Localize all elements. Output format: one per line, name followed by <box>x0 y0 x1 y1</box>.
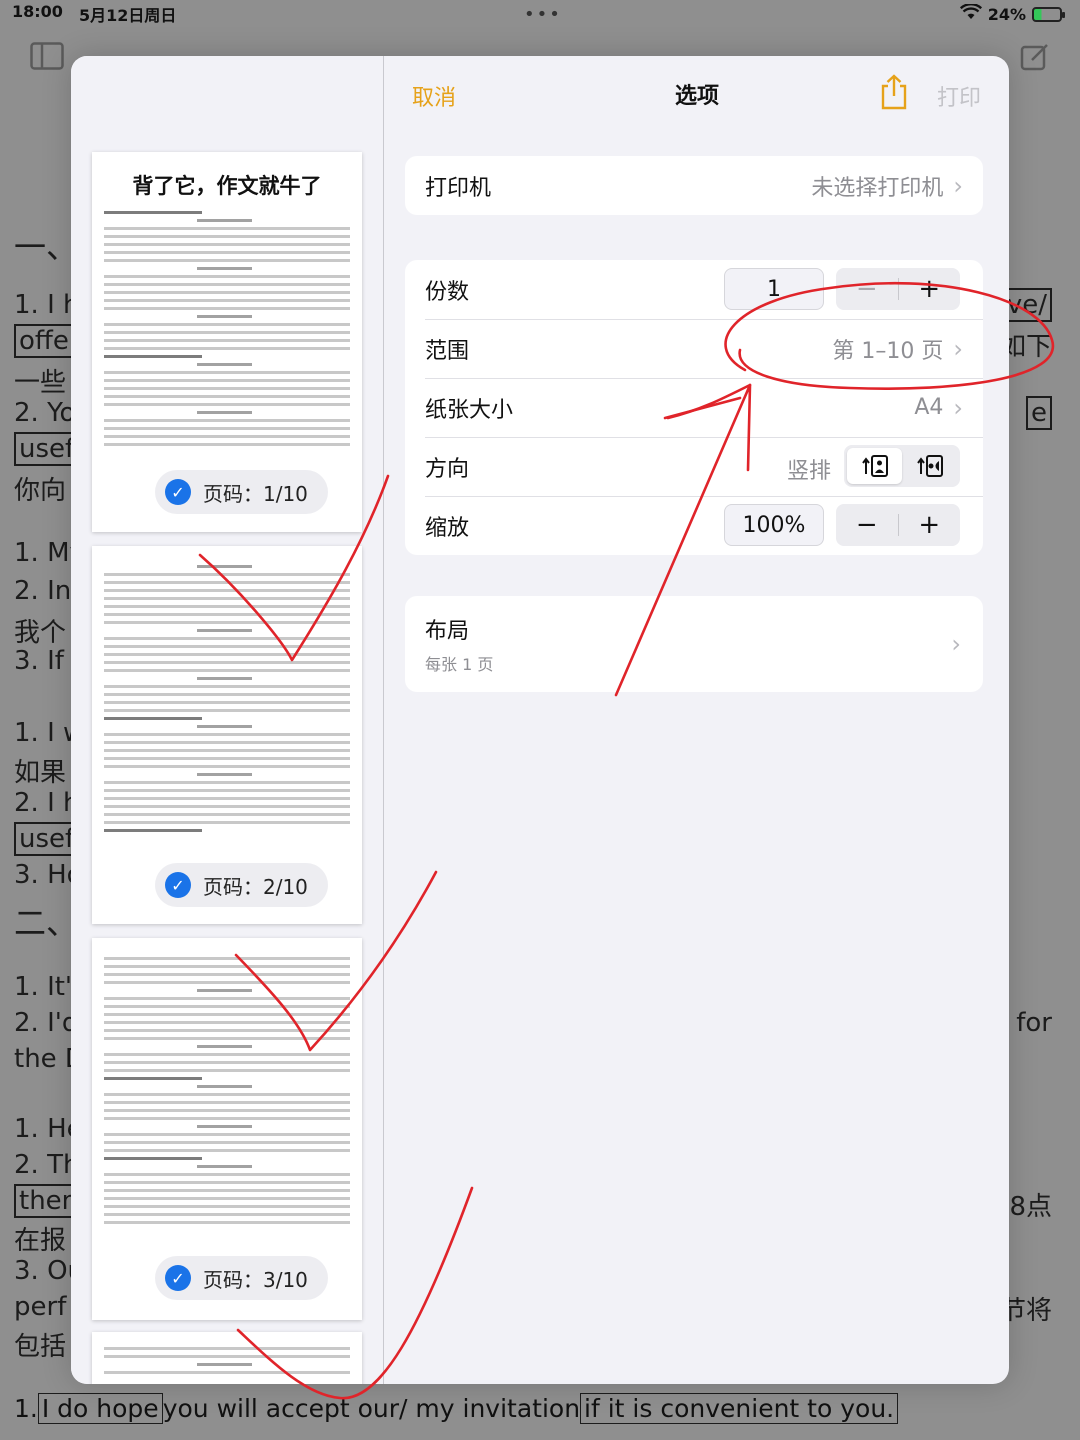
page-badge-label: 页码：3/10 <box>203 1267 308 1292</box>
share-icon[interactable] <box>879 74 909 110</box>
paper-size-value: A4 <box>914 395 944 420</box>
checkmark-icon: ✓ <box>165 1265 191 1291</box>
page-1-title: 背了它，作文就牛了 <box>132 174 322 198</box>
page-1-text <box>92 200 362 457</box>
bg-line: 你向 <box>14 476 67 506</box>
bg-line: 2. I h <box>14 788 80 818</box>
bg-heading-1: 一、 <box>14 228 79 266</box>
bg-line-right: e <box>1026 396 1052 430</box>
scale-stepper: − + <box>836 504 960 546</box>
range-value: 第 1–10 页 <box>832 338 944 364</box>
printer-row[interactable]: 打印机 未选择打印机 › <box>405 156 983 215</box>
page-badge-label: 页码：2/10 <box>203 874 308 899</box>
page-badge-label: 页码：1/10 <box>203 481 308 506</box>
bg-line: 2. In <box>14 576 72 606</box>
chevron-right-icon: › <box>953 334 963 363</box>
printer-label: 打印机 <box>425 175 492 201</box>
decrement-button[interactable]: − <box>836 504 898 546</box>
decrement-button[interactable]: − <box>836 268 898 310</box>
print-options-sheet: 背了它，作文就牛了 ✓ 页码：1/10 ✓ 页码：2/10 ✓ 页码：3/10 … <box>71 56 1009 1384</box>
bg-heading-2: 二、 <box>14 904 79 942</box>
scale-row: 缩放 100% − + <box>405 496 983 555</box>
page-thumbnail-4[interactable] <box>92 1332 362 1384</box>
bg-line: 如果 <box>14 758 67 788</box>
copies-row: 份数 1 − + <box>405 260 983 319</box>
orientation-segmented-control <box>844 445 960 487</box>
layout-label: 布局 <box>425 619 470 644</box>
bg-line: perf <box>14 1292 67 1322</box>
bg-line: 在报 <box>14 1226 67 1256</box>
bg-line: 2. Yo <box>14 398 76 428</box>
layout-group: 布局 每张 1 页 › <box>405 596 983 692</box>
bg-line-right: ve/ <box>1001 288 1052 322</box>
print-settings-group: 份数 1 − + 范围 第 1–10 页 › 纸张大小 A4 › 方向 竖排 缩… <box>405 260 983 555</box>
navigation-bar: 取消 选项 打印 <box>385 56 1009 132</box>
printer-value: 未选择打印机 <box>811 175 944 201</box>
layout-value: 每张 1 页 <box>425 655 494 674</box>
bg-line: 我个 <box>14 618 67 648</box>
bg-line: 2. I'd <box>14 1008 79 1038</box>
printer-group: 打印机 未选择打印机 › <box>405 156 983 215</box>
orientation-row: 方向 竖排 <box>405 437 983 496</box>
bg-line: 2. Th <box>14 1150 80 1180</box>
page-2-text <box>92 546 362 843</box>
orientation-value: 竖排 <box>787 459 832 484</box>
page-badge-3[interactable]: ✓ 页码：3/10 <box>155 1256 328 1300</box>
range-row[interactable]: 范围 第 1–10 页 › <box>405 319 983 378</box>
layout-row[interactable]: 布局 每张 1 页 › <box>405 596 983 692</box>
bg-line-right: 8点 <box>1009 1192 1052 1222</box>
increment-button[interactable]: + <box>899 268 961 310</box>
bg-bottom-sentence: 1. I do hope you will accept our/ my invit… <box>14 1393 899 1424</box>
page-badge-1[interactable]: ✓ 页码：1/10 <box>155 470 328 514</box>
bg-line: 1. I h <box>14 290 80 320</box>
chevron-right-icon: › <box>953 393 963 422</box>
landscape-orientation-icon[interactable] <box>902 448 957 484</box>
print-button[interactable]: 打印 <box>937 80 981 112</box>
checkmark-icon: ✓ <box>165 479 191 505</box>
portrait-orientation-icon[interactable] <box>847 448 902 484</box>
page-3-text <box>92 938 362 1235</box>
sheet-title: 选项 <box>674 84 719 109</box>
paper-size-row[interactable]: 纸张大小 A4 › <box>405 378 983 437</box>
chevron-right-icon: › <box>951 630 961 658</box>
bg-line-right: for <box>1016 1008 1052 1038</box>
print-options-pane: 取消 选项 打印 打印机 未选择打印机 › 份数 1 − + 范围 第 1–10… <box>385 56 1009 1384</box>
increment-button[interactable]: + <box>899 504 961 546</box>
print-preview-pane[interactable]: 背了它，作文就牛了 ✓ 页码：1/10 ✓ 页码：2/10 ✓ 页码：3/10 <box>71 56 384 1384</box>
page-4-text <box>92 1332 362 1384</box>
bg-line: 一些 <box>14 368 67 398</box>
checkmark-icon: ✓ <box>165 872 191 898</box>
bg-line: 3. If <box>14 646 64 676</box>
bg-line: 包括 <box>14 1332 67 1362</box>
copies-field[interactable]: 1 <box>724 268 824 310</box>
scale-field[interactable]: 100% <box>724 504 824 546</box>
copies-stepper: − + <box>836 268 960 310</box>
range-label: 范围 <box>425 338 470 364</box>
paper-size-label: 纸张大小 <box>425 397 514 423</box>
chevron-right-icon: › <box>953 171 963 200</box>
page-badge-2[interactable]: ✓ 页码：2/10 <box>155 863 328 907</box>
